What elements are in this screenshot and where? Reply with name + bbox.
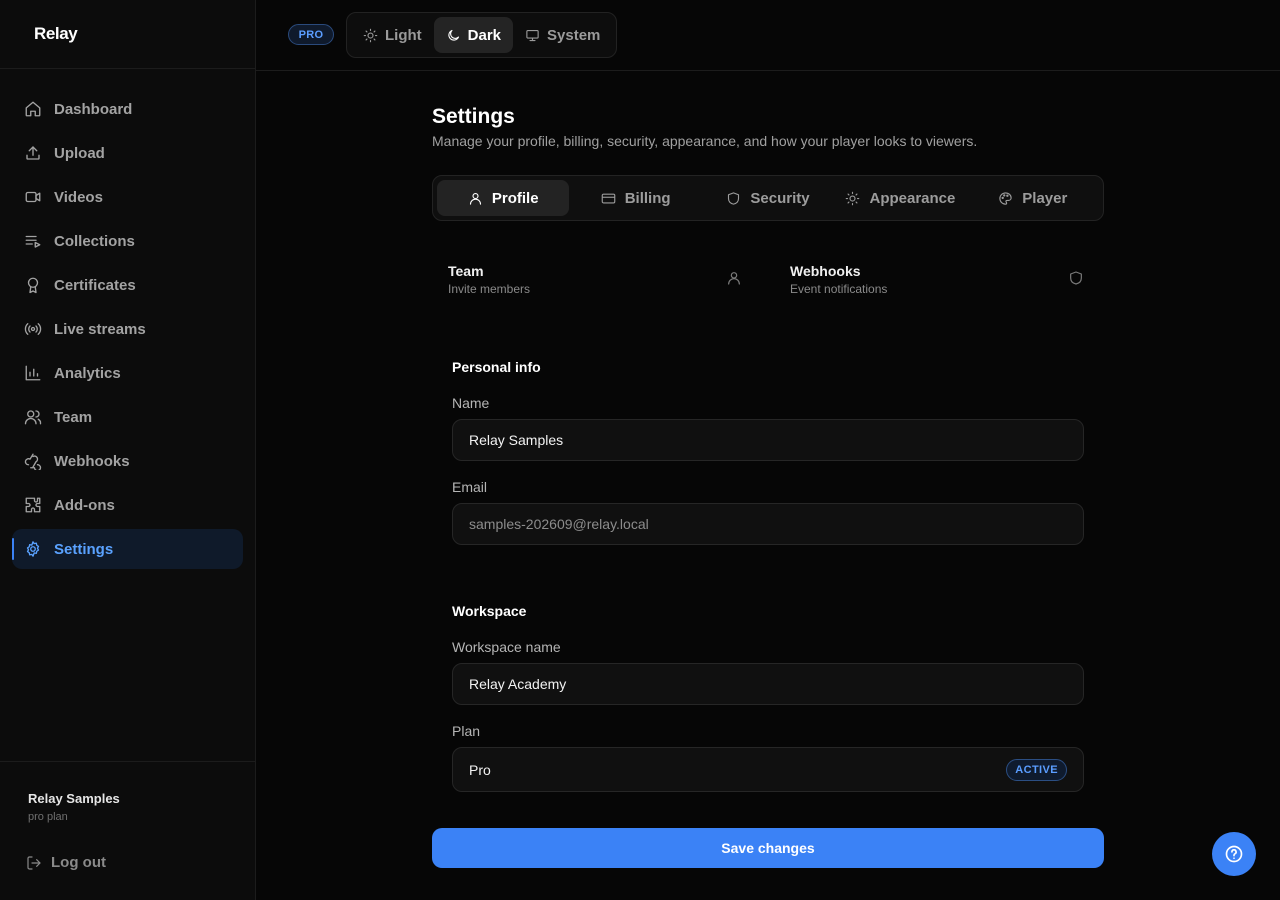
team-icon <box>24 410 42 425</box>
sidebar-item-webhooks[interactable]: Webhooks <box>12 441 243 481</box>
email-field[interactable]: samples-202609@relay.local <box>452 503 1084 545</box>
user-icon <box>728 272 740 285</box>
logout-button[interactable]: Log out <box>26 854 255 871</box>
save-button[interactable]: Save changes <box>432 828 1104 868</box>
plan-value: Pro <box>469 761 491 778</box>
tab-label: Player <box>1022 189 1068 207</box>
theme-option-label: Dark <box>467 26 502 44</box>
tab-label: Billing <box>624 189 671 207</box>
workspace-name-field[interactable]: Relay Academy <box>452 663 1084 705</box>
quick-link-title: Team <box>448 263 484 279</box>
sidebar-item-add-ons[interactable]: Add-ons <box>12 485 243 525</box>
settings-tabs: Profile Billing Security Appearance Play… <box>432 175 1104 221</box>
sidebar-item-label: Add-ons <box>54 496 115 514</box>
sun-icon <box>363 28 378 42</box>
gear-icon <box>26 541 40 557</box>
sidebar-item-settings[interactable]: Settings <box>12 529 243 569</box>
sidebar: Relay Dashboard Upload Videos Collection… <box>0 0 256 900</box>
tab-label: Profile <box>491 189 539 207</box>
quick-link-title: Webhooks <box>790 263 861 279</box>
sidebar-item-label: Settings <box>54 540 114 558</box>
plan-label: Plan <box>452 723 481 739</box>
sidebar-item-label: Live streams <box>54 320 146 338</box>
sidebar-item-label: Analytics <box>54 364 121 382</box>
puzzle-icon <box>25 497 41 513</box>
user-name: Relay Samples <box>28 791 120 806</box>
sidebar-item-analytics[interactable]: Analytics <box>12 353 243 393</box>
sidebar-nav: Dashboard Upload Videos Collections Cert… <box>0 69 255 569</box>
help-icon <box>1225 845 1243 863</box>
certificate-icon <box>27 277 39 294</box>
logout-label: Log out <box>51 854 106 871</box>
email-label: Email <box>452 479 488 495</box>
name-field[interactable]: Relay Samples <box>452 419 1084 461</box>
sidebar-item-label: Team <box>54 408 93 426</box>
shield-icon <box>1070 271 1082 285</box>
page-subtitle: Manage your profile, billing, security, … <box>432 133 978 149</box>
brand: Relay <box>0 0 255 69</box>
theme-switch: Light Dark System <box>346 12 617 58</box>
quick-link-team[interactable]: Team Invite members <box>432 251 758 296</box>
theme-option-system[interactable]: System <box>513 17 612 53</box>
help-button[interactable] <box>1212 832 1256 876</box>
shield-icon <box>728 191 740 205</box>
sidebar-item-label: Upload <box>54 144 105 162</box>
brand-logo[interactable]: Relay <box>34 24 78 44</box>
tab-appearance[interactable]: Appearance <box>834 180 966 216</box>
webhook-icon <box>24 453 42 470</box>
tab-player[interactable]: Player <box>967 180 1099 216</box>
workspace-name-label: Workspace name <box>452 639 561 655</box>
live-stream-icon <box>24 323 42 335</box>
video-icon <box>25 191 41 203</box>
sidebar-item-label: Dashboard <box>54 100 133 118</box>
pro-badge: PRO <box>288 24 334 45</box>
collections-icon <box>25 235 41 248</box>
tab-label: Security <box>750 189 810 207</box>
sidebar-item-team[interactable]: Team <box>12 397 243 437</box>
logout-icon <box>27 855 41 870</box>
user-icon <box>469 192 481 205</box>
theme-option-light[interactable]: Light <box>351 17 434 53</box>
theme-option-dark[interactable]: Dark <box>433 17 514 53</box>
quick-links: Team Invite members Webhooks Event notif… <box>432 251 1104 296</box>
palette-icon <box>999 191 1012 205</box>
quick-link-desc: Event notifications <box>790 282 888 296</box>
workspace-title: Workspace <box>452 603 527 619</box>
credit-card-icon <box>601 193 615 203</box>
sidebar-item-collections[interactable]: Collections <box>12 221 243 261</box>
moon-icon <box>448 29 459 41</box>
sidebar-item-label: Videos <box>54 188 103 206</box>
sidebar-item-dashboard[interactable]: Dashboard <box>12 89 243 129</box>
sun-icon <box>846 191 860 205</box>
analytics-icon <box>25 365 41 381</box>
upload-icon <box>26 146 40 160</box>
personal-info-title: Personal info <box>452 359 541 375</box>
tab-label: Appearance <box>869 189 956 207</box>
sidebar-item-videos[interactable]: Videos <box>12 177 243 217</box>
sidebar-item-label: Collections <box>54 232 135 250</box>
quick-link-webhooks[interactable]: Webhooks Event notifications <box>774 251 1100 296</box>
theme-option-label: Light <box>385 26 422 44</box>
sidebar-item-live-streams[interactable]: Live streams <box>12 309 243 349</box>
quick-link-desc: Invite members <box>448 282 531 296</box>
tab-billing[interactable]: Billing <box>569 180 701 216</box>
sidebar-item-certificates[interactable]: Certificates <box>12 265 243 305</box>
status-badge: ACTIVE <box>1006 758 1067 781</box>
home-icon <box>25 101 41 117</box>
plan-field: Pro ACTIVE <box>452 747 1084 792</box>
sidebar-footer: Relay Samples pro plan Log out <box>0 761 255 900</box>
user-plan: pro plan <box>28 811 68 823</box>
tab-security[interactable]: Security <box>702 180 834 216</box>
tab-profile[interactable]: Profile <box>437 180 570 216</box>
theme-option-label: System <box>547 26 601 44</box>
sidebar-item-upload[interactable]: Upload <box>12 133 243 173</box>
page-title: Settings <box>432 105 515 128</box>
topbar: PRO Light Dark System <box>256 0 1280 71</box>
sidebar-item-label: Certificates <box>54 276 136 294</box>
monitor-icon <box>526 29 539 41</box>
name-label: Name <box>452 395 490 411</box>
sidebar-item-label: Webhooks <box>54 452 130 470</box>
